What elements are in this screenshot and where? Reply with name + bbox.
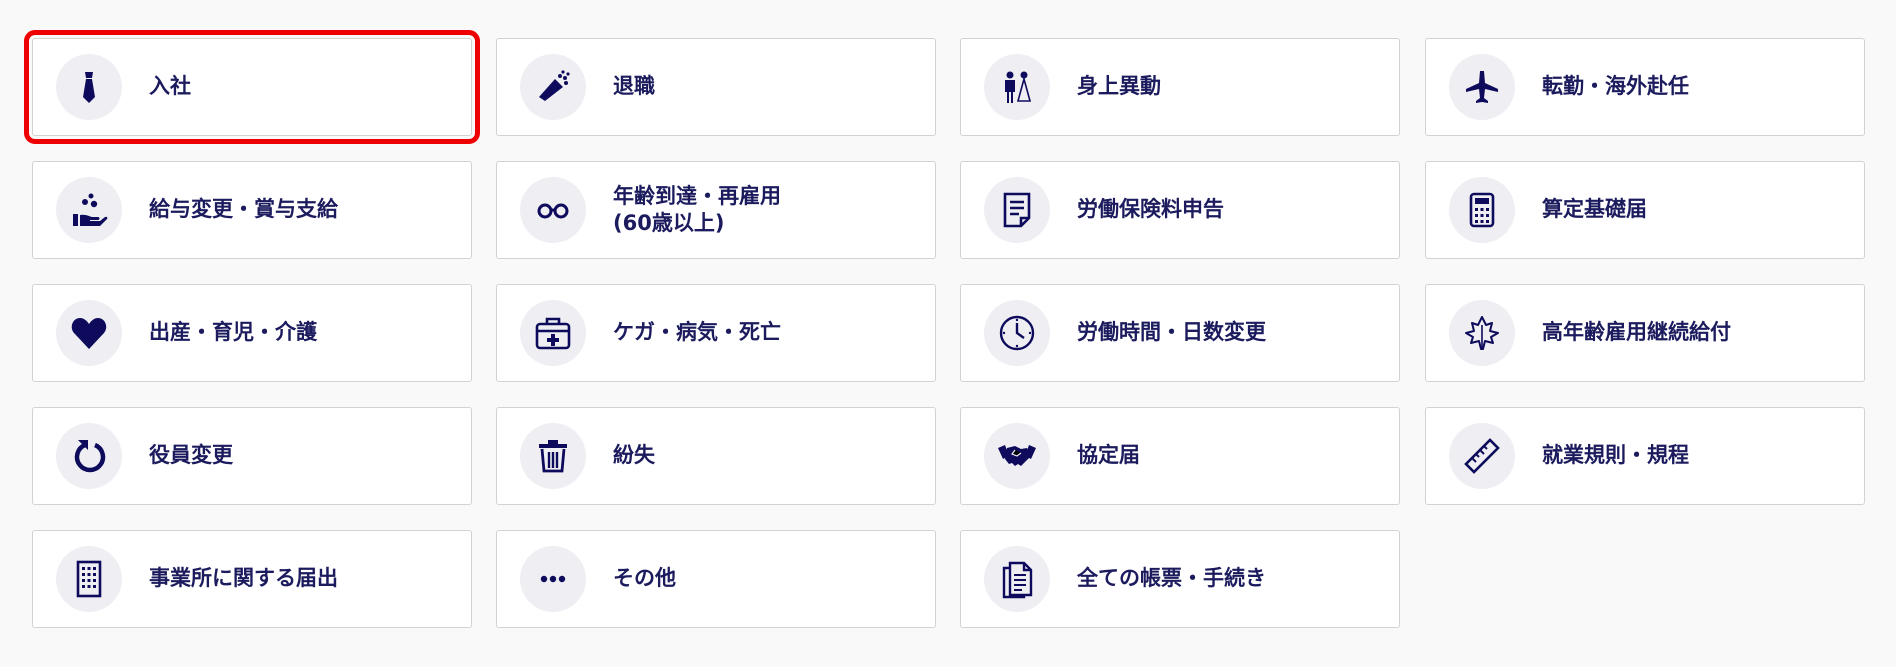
card-label: 給与変更・賞与支給 — [149, 197, 338, 222]
card-label: 入社 — [149, 74, 191, 99]
coins-hand-icon — [56, 177, 122, 243]
card-sonota[interactable]: その他 — [496, 530, 936, 628]
card-label: 転勤・海外赴任 — [1542, 74, 1689, 99]
card-funshitsu[interactable]: 紛失 — [496, 407, 936, 505]
card-label: 就業規則・規程 — [1542, 443, 1689, 468]
card-label: その他 — [613, 566, 676, 591]
card-shugyo-kisoku[interactable]: 就業規則・規程 — [1425, 407, 1865, 505]
card-kyotei-todoke[interactable]: 協定届 — [960, 407, 1400, 505]
card-rodo-jikan[interactable]: 労働時間・日数変更 — [960, 284, 1400, 382]
calculator-icon — [1449, 177, 1515, 243]
card-santei-kiso[interactable]: 算定基礎届 — [1425, 161, 1865, 259]
card-taishoku[interactable]: 退職 — [496, 38, 936, 136]
card-label: 高年齢雇用継続給付 — [1542, 320, 1731, 345]
card-konenrei-koyo[interactable]: 高年齢雇用継続給付 — [1425, 284, 1865, 382]
card-label: 退職 — [613, 74, 655, 99]
card-label: 身上異動 — [1077, 74, 1161, 99]
card-label: 労働保険料申告 — [1077, 197, 1224, 222]
documents-icon — [984, 546, 1050, 612]
card-label: 協定届 — [1077, 443, 1140, 468]
glasses-icon — [520, 177, 586, 243]
card-shussan-ikuji[interactable]: 出産・育児・介護 — [32, 284, 472, 382]
maple-leaf-icon — [1449, 300, 1515, 366]
procedure-grid: 入社 退職 身上異動 転勤・海外赴任 給与変更・賞与支給 年齢到達・再雇用 (6… — [0, 0, 1896, 667]
building-icon — [56, 546, 122, 612]
card-tenkin[interactable]: 転勤・海外赴任 — [1425, 38, 1865, 136]
card-label: 全ての帳票・手続き — [1077, 566, 1266, 591]
clock-icon — [984, 300, 1050, 366]
card-subete-chohyo[interactable]: 全ての帳票・手続き — [960, 530, 1400, 628]
card-kega-byoki[interactable]: ケガ・病気・死亡 — [496, 284, 936, 382]
wedding-couple-icon — [984, 54, 1050, 120]
ruler-icon — [1449, 423, 1515, 489]
document-icon — [984, 177, 1050, 243]
card-label: 年齢到達・再雇用 (60歳以上) — [613, 183, 781, 235]
card-nenrei-totatsu[interactable]: 年齢到達・再雇用 (60歳以上) — [496, 161, 936, 259]
card-rodo-hokenryo[interactable]: 労働保険料申告 — [960, 161, 1400, 259]
heart-icon — [56, 300, 122, 366]
card-kyuyo-henko[interactable]: 給与変更・賞与支給 — [32, 161, 472, 259]
card-yakuin-henko[interactable]: 役員変更 — [32, 407, 472, 505]
card-jigyosho-todoke[interactable]: 事業所に関する届出 — [32, 530, 472, 628]
card-shinjo-ido[interactable]: 身上異動 — [960, 38, 1400, 136]
card-label: 事業所に関する届出 — [149, 566, 338, 591]
card-label: 紛失 — [613, 443, 655, 468]
handshake-icon — [984, 423, 1050, 489]
first-aid-kit-icon — [520, 300, 586, 366]
card-label: 算定基礎届 — [1542, 197, 1647, 222]
airplane-icon — [1449, 54, 1515, 120]
card-label: 役員変更 — [149, 443, 233, 468]
trash-icon — [520, 423, 586, 489]
more-icon — [520, 546, 586, 612]
card-label: 出産・育児・介護 — [149, 320, 317, 345]
bouquet-icon — [520, 54, 586, 120]
necktie-icon — [56, 54, 122, 120]
card-nyusha[interactable]: 入社 — [24, 30, 480, 144]
card-label: ケガ・病気・死亡 — [613, 320, 781, 345]
refresh-icon — [56, 423, 122, 489]
card-label: 労働時間・日数変更 — [1077, 320, 1266, 345]
